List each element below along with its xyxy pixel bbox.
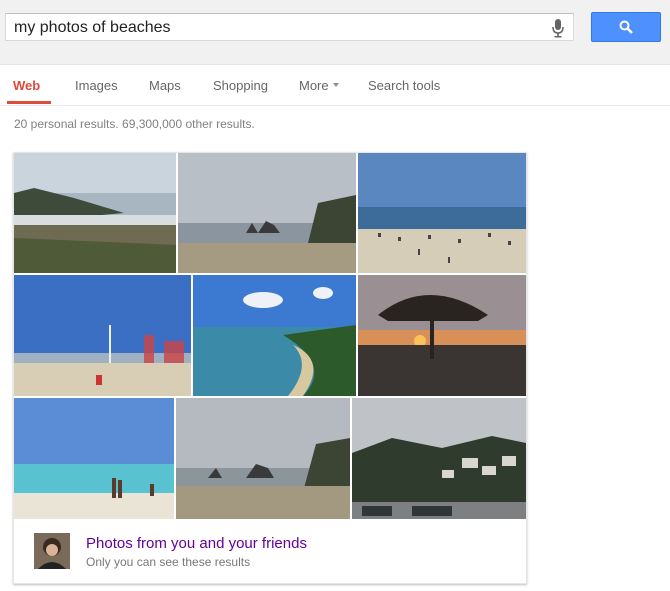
personal-photos-card: Photos from you and your friends Only yo…	[13, 152, 527, 584]
search-box[interactable]	[5, 13, 574, 41]
avatar	[34, 533, 70, 569]
magnifier-icon	[619, 20, 633, 34]
tab-web[interactable]: Web	[13, 78, 40, 93]
photo-thumbnail-8[interactable]	[176, 398, 350, 519]
photo-thumbnail-4[interactable]	[14, 275, 191, 396]
microphone-icon[interactable]	[551, 18, 565, 38]
search-button[interactable]	[591, 12, 661, 42]
photo-thumbnail-5[interactable]	[193, 275, 356, 396]
photo-thumbnail-3[interactable]	[358, 153, 526, 273]
chevron-down-icon	[332, 82, 339, 87]
search-tabs: Web Images Maps Shopping More Search too…	[0, 65, 670, 106]
photos-from-friends-link[interactable]: Photos from you and your friends	[86, 535, 307, 552]
photo-thumbnail-1[interactable]	[14, 153, 176, 273]
photo-thumbnail-6[interactable]	[358, 275, 526, 396]
search-input[interactable]	[14, 19, 534, 37]
tab-more[interactable]: More	[299, 78, 339, 93]
tab-shopping[interactable]: Shopping	[213, 78, 268, 93]
result-stats: 20 personal results. 69,300,000 other re…	[14, 117, 255, 131]
photo-thumbnail-2[interactable]	[178, 153, 356, 273]
photos-card-footer: Photos from you and your friends Only yo…	[14, 521, 526, 583]
top-bar	[0, 0, 670, 65]
tab-more-label: More	[299, 78, 329, 93]
photo-thumbnail-9[interactable]	[352, 398, 526, 519]
photo-thumbnail-7[interactable]	[14, 398, 174, 519]
tab-search-tools[interactable]: Search tools	[368, 78, 440, 93]
tab-maps[interactable]: Maps	[149, 78, 181, 93]
tab-images[interactable]: Images	[75, 78, 118, 93]
active-tab-indicator	[7, 101, 51, 104]
privacy-note: Only you can see these results	[86, 555, 251, 569]
